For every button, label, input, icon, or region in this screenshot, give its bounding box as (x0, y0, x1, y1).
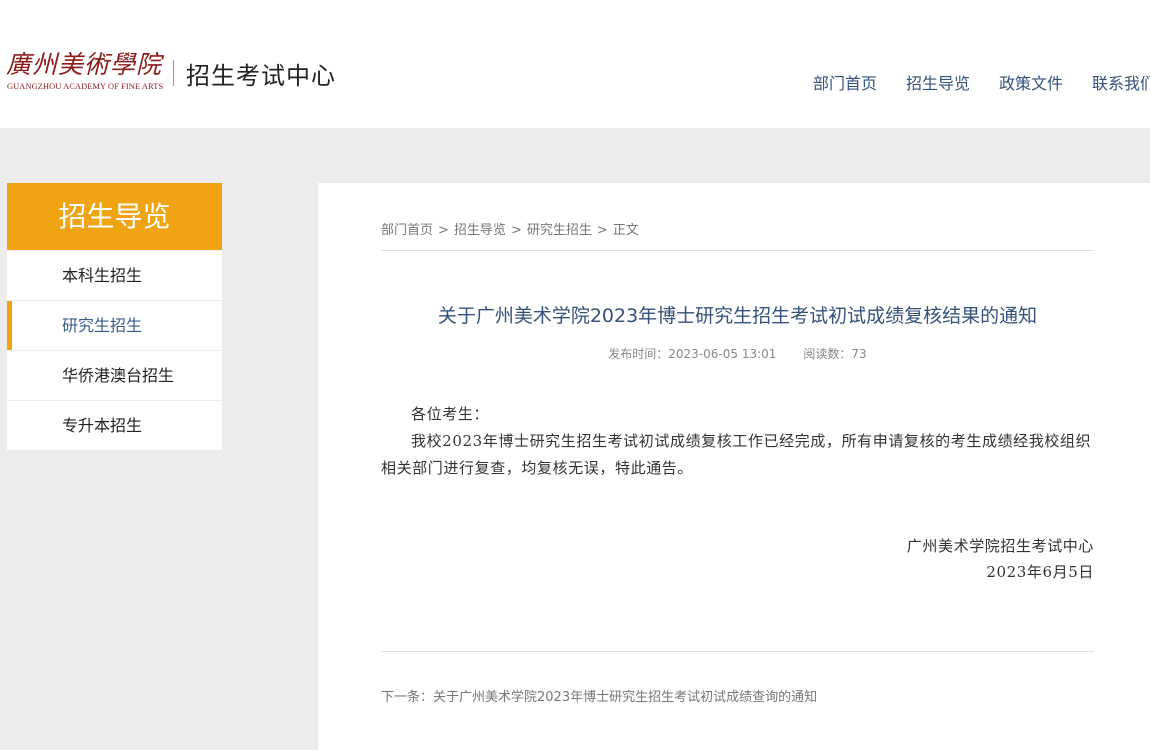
next-article: 下一条：关于广州美术学院2023年博士研究生招生考试初试成绩查询的通知 (381, 686, 817, 705)
nav-admissions-guide[interactable]: 招生导览 (906, 70, 970, 94)
breadcrumb-home[interactable]: 部门首页 (381, 223, 433, 238)
sidebar-item-upgrade-undergraduate[interactable]: 专升本招生 (7, 400, 222, 450)
sidebar-item-undergraduate[interactable]: 本科生招生 (7, 250, 222, 300)
nav-contact-us[interactable]: 联系我们 (1092, 70, 1150, 94)
article-paragraph: 我校2023年博士研究生招生考试初试成绩复核工作已经完成，所有申请复核的考生成绩… (381, 432, 1092, 477)
footer-divider (381, 651, 1094, 652)
breadcrumb-separator: > (596, 223, 608, 238)
article-signature: 广州美术学院招生考试中心 2023年6月5日 (907, 533, 1094, 585)
breadcrumb-separator: > (438, 223, 449, 238)
sidebar-item-graduate[interactable]: 研究生招生 (7, 300, 222, 350)
read-count: 阅读数：73 (803, 347, 867, 361)
site-title: 招生考试中心 (186, 62, 336, 90)
breadcrumb-divider (381, 250, 1094, 251)
site-header: 廣州美術學院 GUANGZHOU ACADEMY OF FINE ARTS 招生… (0, 0, 1150, 128)
sidebar: 招生导览 本科生招生 研究生招生 华侨港澳台招生 专升本招生 (7, 183, 222, 450)
article-panel: 部门首页 > 招生导览 > 研究生招生 > 正文 关于广州美术学院2023年博士研究生招生考… (318, 183, 1150, 750)
signature-date: 2023年6月5日 (986, 563, 1094, 581)
main-nav: 部门首页 招生导览 政策文件 联系我们 (813, 70, 1150, 94)
breadcrumb-current: 正文 (612, 223, 639, 238)
breadcrumb-separator: > (510, 223, 522, 238)
article-greeting: 各位考生： (411, 405, 490, 423)
signature-org: 广州美术学院招生考试中心 (906, 537, 1094, 555)
next-article-link[interactable]: 关于广州美术学院2023年博士研究生招生考试初试成绩查询的通知 (433, 690, 817, 705)
logo-script: 廣州美術學院 (6, 50, 163, 79)
sidebar-title: 招生导览 (7, 183, 222, 250)
next-article-label: 下一条： (381, 690, 434, 705)
nav-home[interactable]: 部门首页 (813, 70, 877, 94)
logo-english-name: GUANGZHOU ACADEMY OF FINE ARTS (7, 82, 164, 91)
breadcrumb-admissions-guide[interactable]: 招生导览 (454, 223, 506, 238)
article-body: 各位考生： 我校2023年博士研究生招生考试初试成绩复核工作已经完成，所有申请复… (381, 401, 1094, 482)
publish-time: 发布时间：2023-06-05 13:01 (608, 347, 777, 361)
article-title: 关于广州美术学院2023年博士研究生招生考试初试成绩复核结果的通知 (437, 305, 1038, 327)
nav-policy-documents[interactable]: 政策文件 (999, 70, 1063, 94)
logo-divider (173, 60, 174, 86)
breadcrumb-graduate[interactable]: 研究生招生 (527, 223, 592, 238)
sidebar-item-overseas-chinese[interactable]: 华侨港澳台招生 (7, 350, 222, 400)
article-meta: 发布时间：2023-06-05 13:01 阅读数：73 (381, 345, 1094, 362)
academy-logo[interactable]: 廣州美術學院 GUANGZHOU ACADEMY OF FINE ARTS (6, 50, 166, 94)
breadcrumb: 部门首页 > 招生导览 > 研究生招生 > 正文 (381, 219, 639, 238)
